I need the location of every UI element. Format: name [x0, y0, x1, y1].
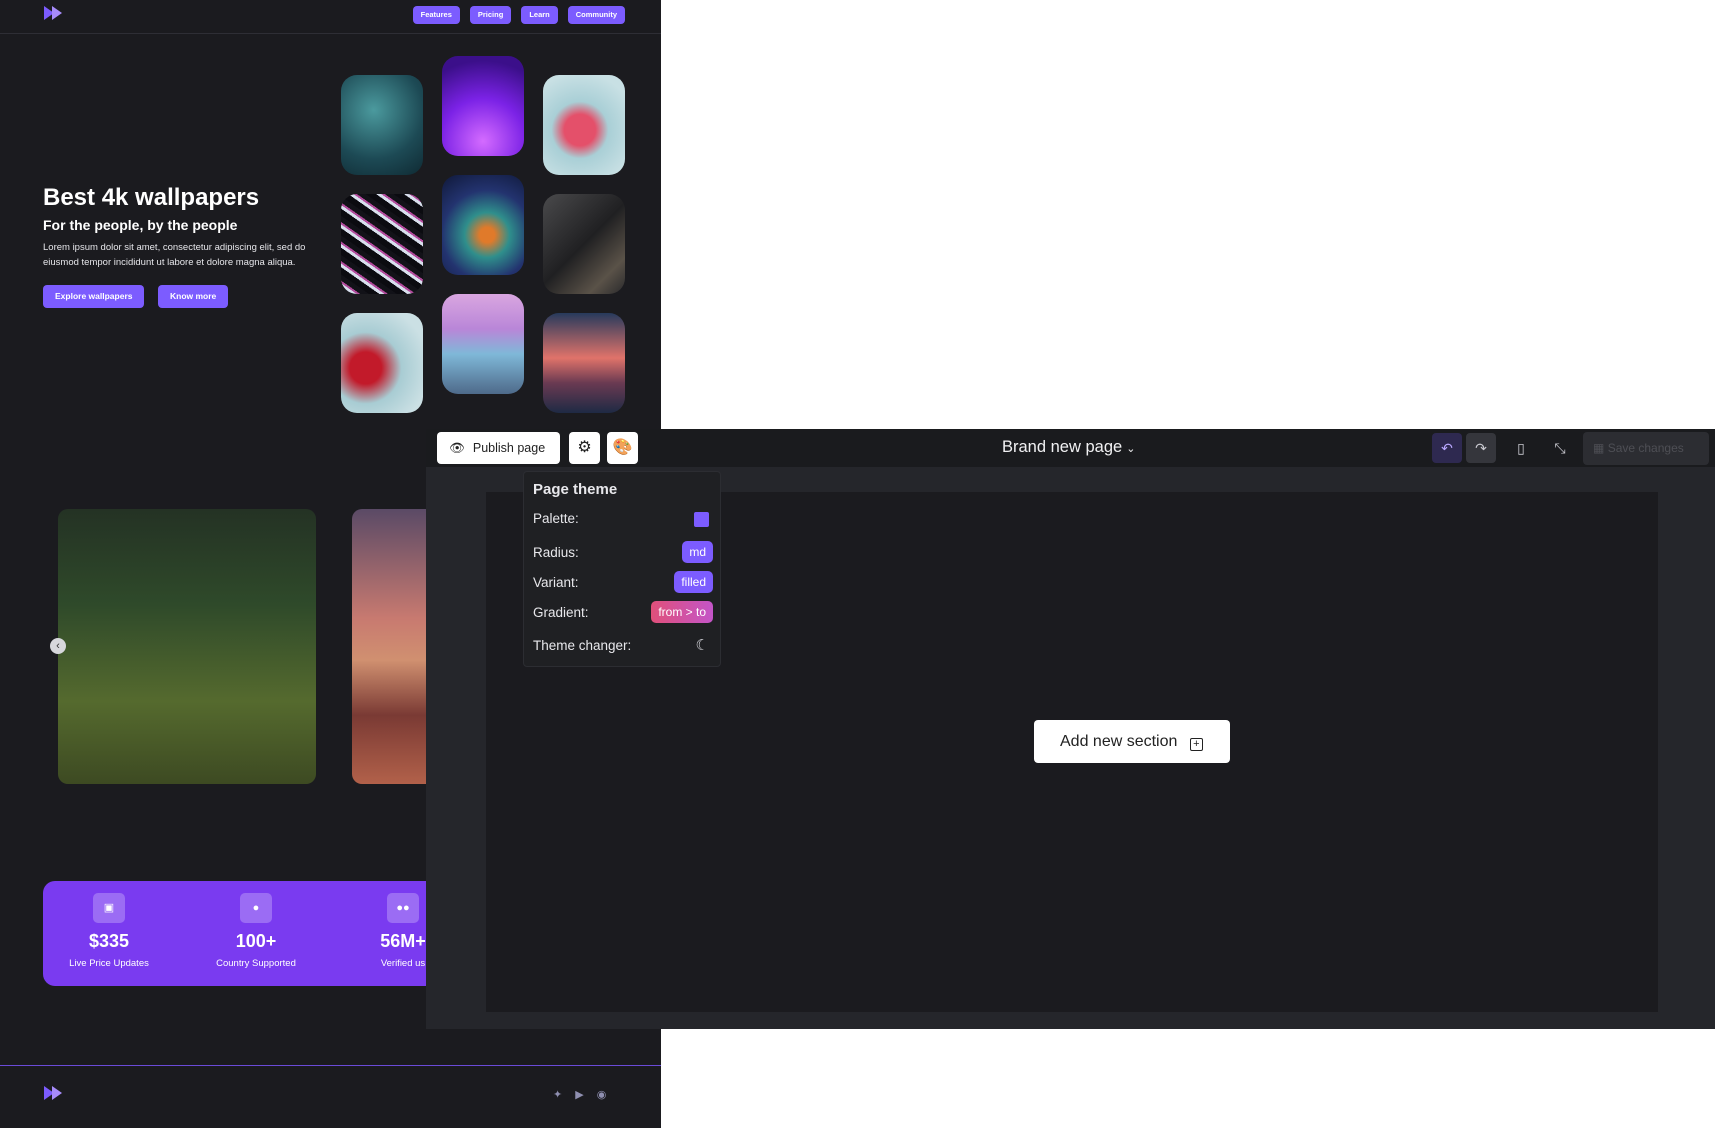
- radius-selector[interactable]: md: [682, 541, 713, 563]
- stat-item: ● 100+ Country Supported: [191, 893, 321, 969]
- footer-logo[interactable]: [44, 1086, 64, 1100]
- save-label: Save changes: [1607, 441, 1684, 455]
- undo-button[interactable]: ↶: [1432, 433, 1462, 463]
- variant-selector[interactable]: filled: [674, 571, 713, 593]
- nav-community[interactable]: Community: [567, 6, 625, 24]
- stat-value: $335: [88, 931, 130, 951]
- nav-pricing[interactable]: Pricing: [469, 6, 512, 24]
- stat-value: 100+: [235, 931, 277, 951]
- nav-features[interactable]: Features: [412, 6, 460, 24]
- add-new-section-button[interactable]: Add new section +: [1034, 720, 1230, 763]
- publish-label: Publish page: [472, 441, 546, 455]
- gradient-label: Gradient:: [533, 605, 589, 620]
- site-logo[interactable]: [44, 6, 64, 20]
- settings-gear-button[interactable]: ⚙: [569, 432, 600, 464]
- wallpaper-thumbnail[interactable]: [341, 194, 423, 294]
- youtube-icon[interactable]: ▶: [575, 1088, 583, 1101]
- hero-title: Best 4k wallpapers: [43, 184, 260, 211]
- stat-label: Country Supported: [216, 958, 296, 969]
- palette-label: Palette:: [533, 511, 579, 526]
- save-icon: ▦: [1593, 441, 1605, 455]
- users-icon: ●●: [387, 893, 419, 923]
- theme-changer-label: Theme changer:: [533, 638, 632, 653]
- know-more-button[interactable]: Know more: [158, 285, 229, 308]
- add-section-label: Add new section: [1060, 733, 1178, 750]
- wallpaper-thumbnail[interactable]: [442, 56, 524, 156]
- publish-page-button[interactable]: 👁 Publish page: [437, 432, 561, 464]
- globe-icon: ●: [240, 893, 272, 923]
- page-theme-panel: Page theme Palette: Radius: md Variant: …: [523, 471, 721, 667]
- wallpaper-thumbnail[interactable]: [341, 75, 423, 175]
- undo-icon: ↶: [1441, 440, 1453, 456]
- wallpaper-thumbnail[interactable]: [341, 313, 423, 413]
- nav-learn[interactable]: Learn: [521, 6, 558, 24]
- mobile-icon: ▯: [1517, 440, 1525, 456]
- editor-toolbar: 👁 Publish page ⚙ 🎨 Brand new page ⌄ ↶ ↷ ▯…: [426, 429, 1715, 467]
- redo-icon: ↷: [1475, 440, 1487, 456]
- page-editor: 👁 Publish page ⚙ 🎨 Brand new page ⌄ ↶ ↷ ▯…: [426, 429, 1715, 1029]
- palette-swatch[interactable]: [694, 512, 709, 527]
- social-links: ✦ ▶ ◉: [553, 1088, 606, 1101]
- logo-mark-icon: [44, 6, 64, 20]
- twitter-icon[interactable]: ✦: [553, 1088, 562, 1101]
- wallpaper-thumbnail[interactable]: [543, 313, 625, 413]
- wallpaper-thumbnail[interactable]: [543, 75, 625, 175]
- moon-icon[interactable]: ☾: [696, 634, 709, 658]
- expand-icon: ⤡: [1554, 440, 1566, 456]
- variant-label: Variant:: [533, 575, 579, 590]
- wallpaper-thumbnail[interactable]: [442, 175, 524, 275]
- wallpaper-thumbnail[interactable]: [442, 294, 524, 394]
- ticket-icon: ▣: [93, 893, 125, 923]
- panel-title: Page theme: [533, 481, 618, 498]
- radius-row: Radius: md: [533, 541, 713, 565]
- redo-button[interactable]: ↷: [1466, 433, 1496, 463]
- hero-subtitle: For the people, by the people: [43, 217, 238, 233]
- site-header: Features Pricing Learn Community: [0, 0, 661, 34]
- app-root: Features Pricing Learn Community Best 4k…: [0, 0, 1715, 1128]
- carousel-image-forest[interactable]: [58, 509, 316, 784]
- page-title-dropdown[interactable]: Brand new page ⌄: [1002, 438, 1135, 457]
- explore-wallpapers-button[interactable]: Explore wallpapers: [43, 285, 145, 308]
- logo-mark-icon: [44, 1086, 64, 1100]
- mobile-preview-button[interactable]: ▯: [1506, 433, 1536, 463]
- stat-item: ▣ $335 Live Price Updates: [44, 893, 174, 969]
- gradient-selector[interactable]: from > to: [651, 601, 713, 623]
- palette-row: Palette:: [533, 507, 713, 531]
- palette-icon: 🎨: [612, 439, 633, 456]
- gradient-row: Gradient: from > to: [533, 601, 713, 625]
- wallpaper-thumbnail[interactable]: [543, 194, 625, 294]
- instagram-icon[interactable]: ◉: [597, 1088, 607, 1101]
- gear-icon: ⚙: [577, 439, 592, 456]
- page-title: Brand new page: [1002, 438, 1123, 456]
- carousel-prev-icon[interactable]: ‹: [50, 638, 66, 654]
- theme-palette-button[interactable]: 🎨: [607, 432, 638, 464]
- chevron-down-icon: ⌄: [1126, 443, 1136, 455]
- eye-icon: 👁: [449, 441, 465, 455]
- plus-square-icon: +: [1189, 738, 1203, 751]
- stat-label: Live Price Updates: [69, 958, 149, 969]
- footer-divider: [0, 1065, 661, 1066]
- fullscreen-button[interactable]: ⤡: [1545, 433, 1575, 463]
- theme-changer-row: Theme changer: ☾: [533, 634, 713, 658]
- hero-description: Lorem ipsum dolor sit amet, consectetur …: [43, 242, 306, 268]
- site-nav: Features Pricing Learn Community: [412, 6, 625, 24]
- variant-row: Variant: filled: [533, 571, 713, 595]
- radius-label: Radius:: [533, 545, 579, 560]
- save-changes-button[interactable]: ▦ Save changes: [1583, 432, 1709, 465]
